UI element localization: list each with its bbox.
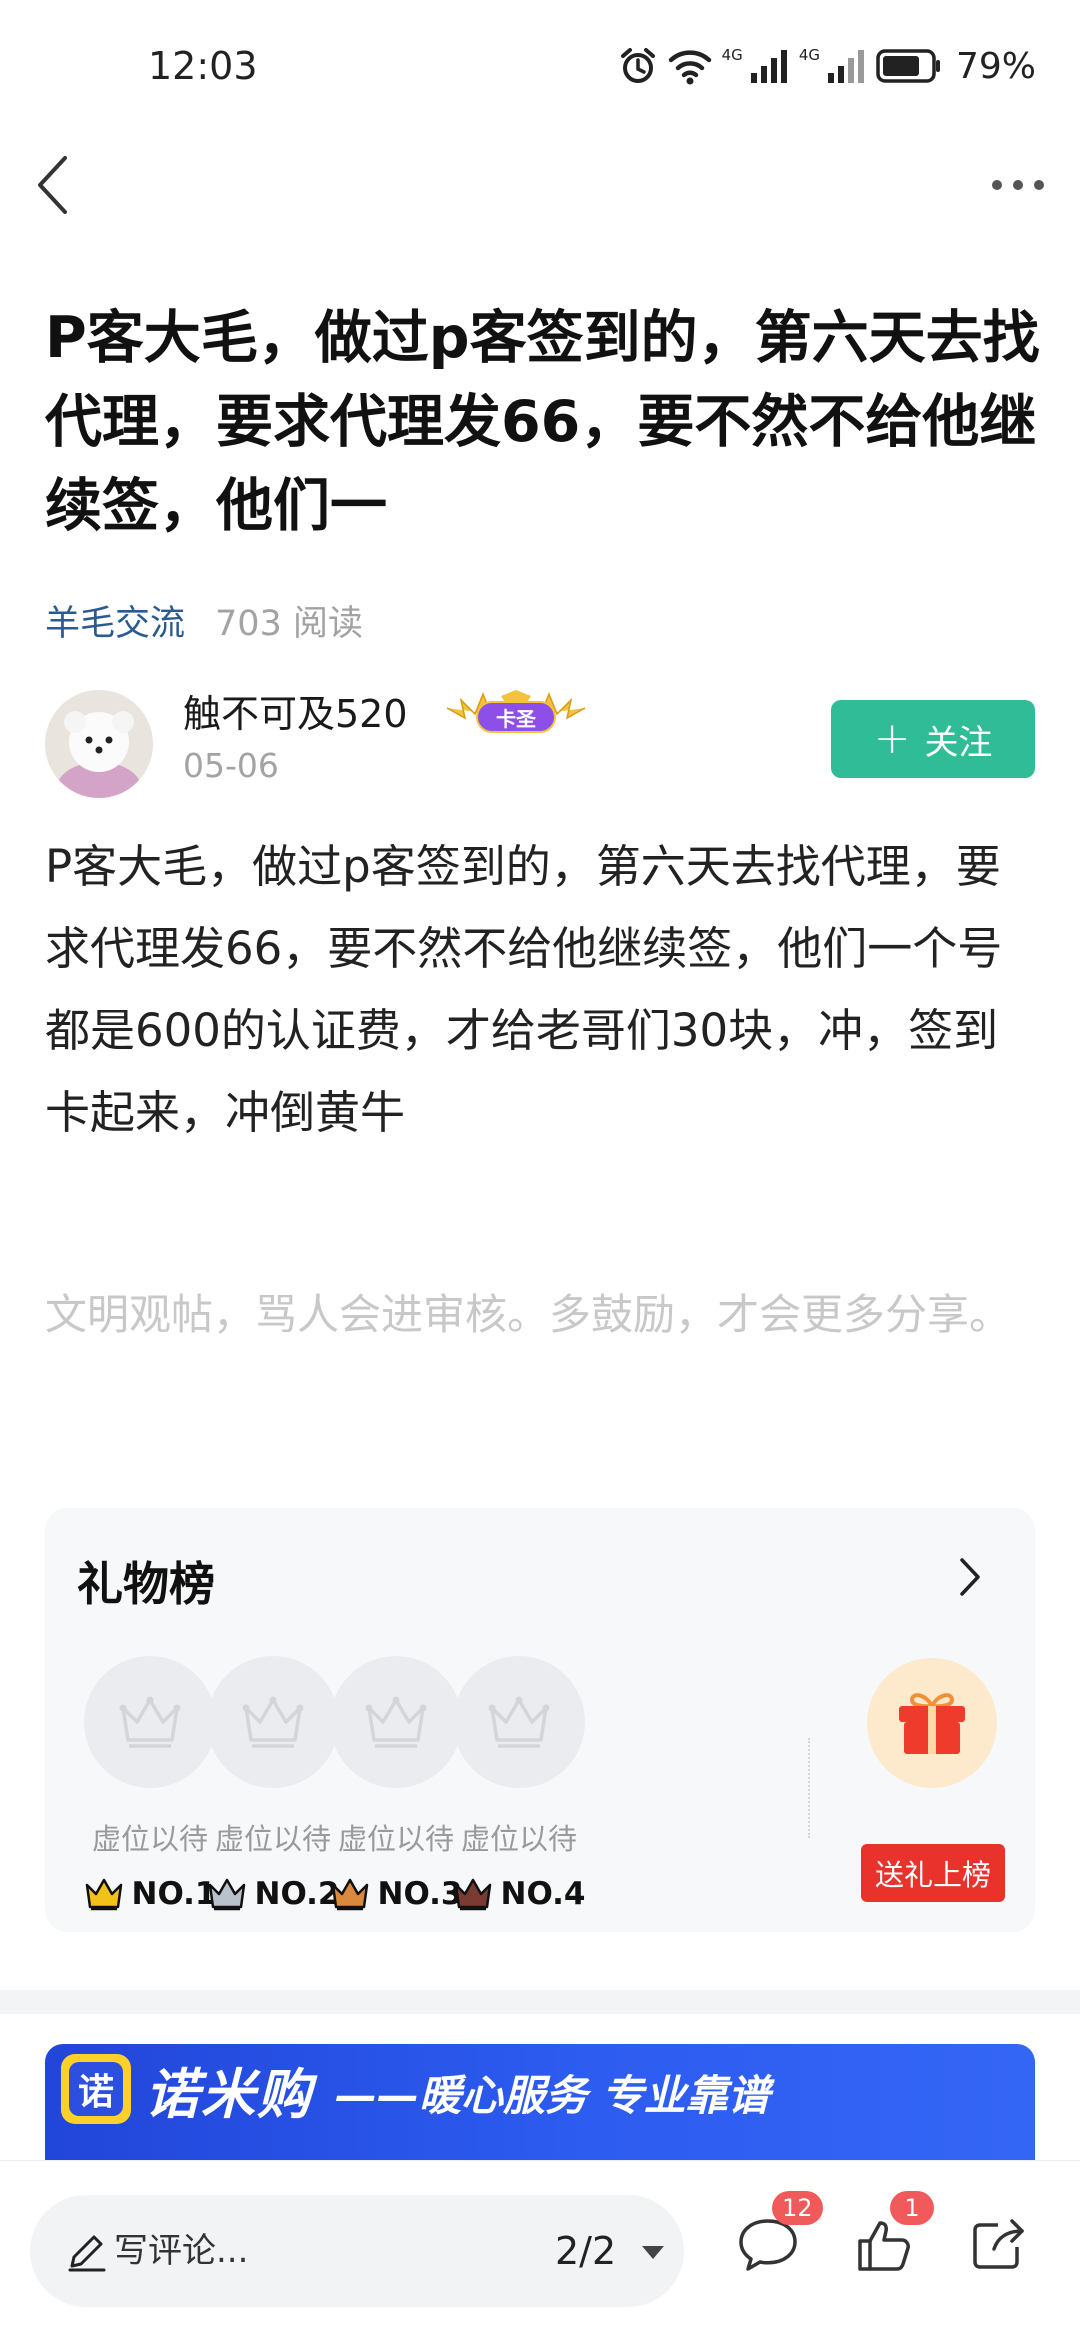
empty-slot-avatar [330,1656,462,1788]
follow-label: 关注 [924,722,993,763]
wifi-icon [668,46,712,86]
read-count: 703 阅读 [215,603,363,644]
share-icon [973,2219,1024,2269]
rank-crown-icon [454,1878,491,1911]
post-date: 05-06 [183,746,279,785]
network-type-label: 4G [721,46,743,64]
slot-rank: NO.4 [444,1876,594,1912]
status-bar: 12:03 4G 4G 79% [0,0,1080,135]
rank-text: NO.4 [500,1876,586,1912]
comment-button[interactable]: 12 [728,2191,823,2285]
comment-placeholder: 写评论... [114,2231,249,2271]
civility-hint: 文明观帖，骂人会进审核。多鼓励，才会更多分享。 [45,1290,1012,1339]
author-row: 触不可及520 卡圣 05-06 + 关注 [45,688,1035,800]
status-time: 12:03 [148,44,258,88]
vip-badge: 卡圣 [441,688,591,744]
empty-slot-avatar [453,1656,585,1788]
network-type-label-2: 4G [798,46,820,64]
avatar[interactable] [45,690,153,798]
signal-icon [749,47,789,85]
crown-outline-icon [488,1696,550,1748]
ad-brand-name: 诺米购 [145,2063,313,2126]
vip-badge-label: 卡圣 [496,706,536,731]
share-button[interactable] [958,2205,1038,2285]
chevron-left-icon [38,156,67,214]
bottom-action-bar: 写评论... 2/2 12 1 [0,2160,1080,2340]
ad-slogan: ——暖心服务 专业靠谱 [335,2071,770,2120]
post-title: P客大毛，做过p客签到的，第六天去找代理，要求代理发66，要不然不给他继续签，他… [45,305,1040,539]
more-dots-icon [992,180,1044,190]
comment-input[interactable]: 写评论... 2/2 [30,2195,684,2307]
like-button[interactable]: 1 [844,2191,934,2285]
nav-bar [0,135,1080,235]
category-link[interactable]: 羊毛交流 [45,595,185,646]
more-button[interactable] [978,145,1058,225]
status-icons: 4G 4G 79% [618,44,1036,88]
caret-down-icon[interactable] [638,2237,668,2267]
author-name[interactable]: 触不可及520 [183,688,408,740]
gift-board-title: 礼物榜 [77,1557,215,1611]
gift-divider [808,1738,810,1838]
post-body: P客大毛，做过p客签到的，第六天去找代理，要求代理发66，要不然不给他继续签，他… [45,840,1003,1139]
chevron-right-icon [960,1558,980,1596]
send-gift-button[interactable]: 送礼上榜 [861,1844,1005,1902]
crown-outline-icon [242,1696,304,1748]
page-indicator[interactable]: 2/2 [555,2229,616,2273]
battery-icon [876,48,942,84]
post-meta: 羊毛交流 703 阅读 [45,592,363,648]
gift-slot-4[interactable]: 虚位以待 NO.4 [444,1656,594,1926]
alarm-icon [618,46,658,86]
rank-crown-icon [208,1878,245,1911]
pencil-icon [68,2235,106,2272]
back-button[interactable] [22,145,82,225]
gift-board: 礼物榜 虚位以待 NO.1 虚位以待 NO.2 虚位以待 NO.3 虚位以待 N… [45,1508,1035,1932]
rank-crown-icon [331,1878,368,1911]
empty-slot-avatar [84,1656,216,1788]
send-gift-icon-button[interactable] [867,1658,997,1788]
follow-button[interactable]: + 关注 [831,700,1035,778]
gift-box-icon [899,1693,965,1754]
empty-slot-avatar [207,1656,339,1788]
crown-outline-icon [365,1696,427,1748]
slot-label: 虚位以待 [460,1822,577,1856]
plus-icon: + [873,713,911,764]
rank-crown-icon [85,1878,122,1911]
signal-icon-2 [826,47,866,85]
comment-count-badge: 12 [772,2191,823,2225]
like-count-badge: 1 [890,2191,934,2225]
avatar-image [45,690,153,798]
ad-logo: 诺 [61,2054,131,2124]
battery-percentage: 79% [955,45,1036,87]
section-separator [0,1990,1080,2014]
crown-outline-icon [119,1696,181,1748]
gift-board-more-button[interactable] [945,1552,995,1602]
ad-logo-mark: 诺 [69,2062,123,2116]
